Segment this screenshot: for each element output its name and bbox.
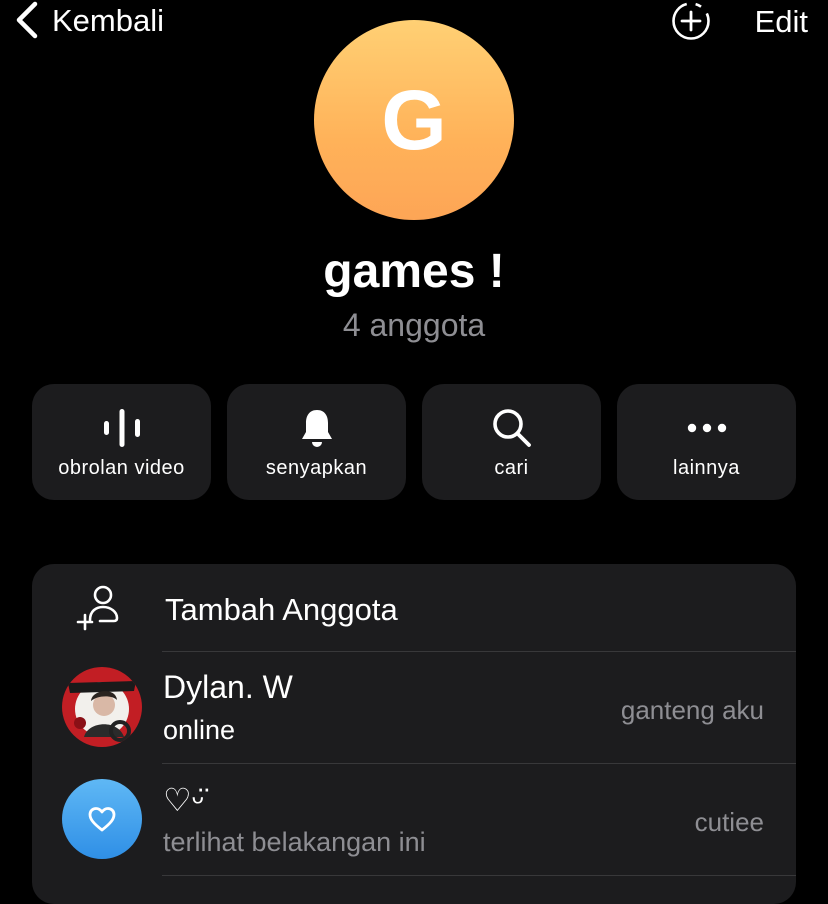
mute-label: senyapkan — [265, 457, 368, 479]
back-label: Kembali — [52, 2, 164, 38]
member-name: ♡ᵕ̈ — [163, 782, 204, 818]
back-button[interactable]: Kembali — [14, 0, 164, 40]
add-user-icon — [76, 585, 119, 631]
video-chat-label: obrolan video — [58, 457, 185, 479]
group-avatar[interactable]: G — [314, 20, 514, 220]
more-label: lainnya — [673, 457, 740, 479]
more-icon — [687, 423, 726, 433]
more-button[interactable]: lainnya — [617, 384, 796, 500]
search-button[interactable]: cari — [422, 384, 601, 500]
member-avatar — [62, 667, 142, 747]
chevron-left-icon — [16, 1, 38, 39]
edit-button[interactable]: Edit — [755, 4, 808, 40]
heart-icon — [88, 807, 116, 832]
mute-button[interactable]: senyapkan — [227, 384, 406, 500]
search-icon — [492, 409, 531, 447]
members-card: Tambah Anggota Dylan. W online ganteng a… — [32, 564, 796, 904]
divider — [162, 875, 796, 876]
video-chat-button[interactable]: obrolan video — [32, 384, 211, 500]
add-circle-dashed-icon[interactable] — [671, 1, 711, 41]
member-avatar — [62, 779, 142, 859]
action-buttons: obrolan video senyapkan cari lainnya — [32, 384, 796, 500]
member-title: cutiee — [694, 807, 764, 837]
member-count: 4 anggota — [342, 307, 486, 343]
bell-icon — [301, 410, 332, 447]
member-status: terlihat belakangan ini — [163, 827, 426, 857]
add-member-row[interactable]: Tambah Anggota — [32, 564, 796, 652]
group-name: games ! — [323, 245, 505, 298]
member-row[interactable]: Dylan. W online ganteng aku — [32, 652, 796, 762]
member-name: Dylan. W — [163, 669, 293, 705]
member-row[interactable]: ♡ᵕ̈ terlihat belakangan ini cutiee — [32, 764, 796, 874]
group-avatar-letter: G — [381, 73, 447, 167]
waveform-icon — [103, 409, 140, 447]
member-status: online — [163, 715, 236, 745]
add-member-label: Tambah Anggota — [165, 592, 398, 627]
member-avatar-photo — [62, 667, 142, 747]
member-title: ganteng aku — [620, 695, 764, 725]
search-label: cari — [494, 457, 529, 479]
